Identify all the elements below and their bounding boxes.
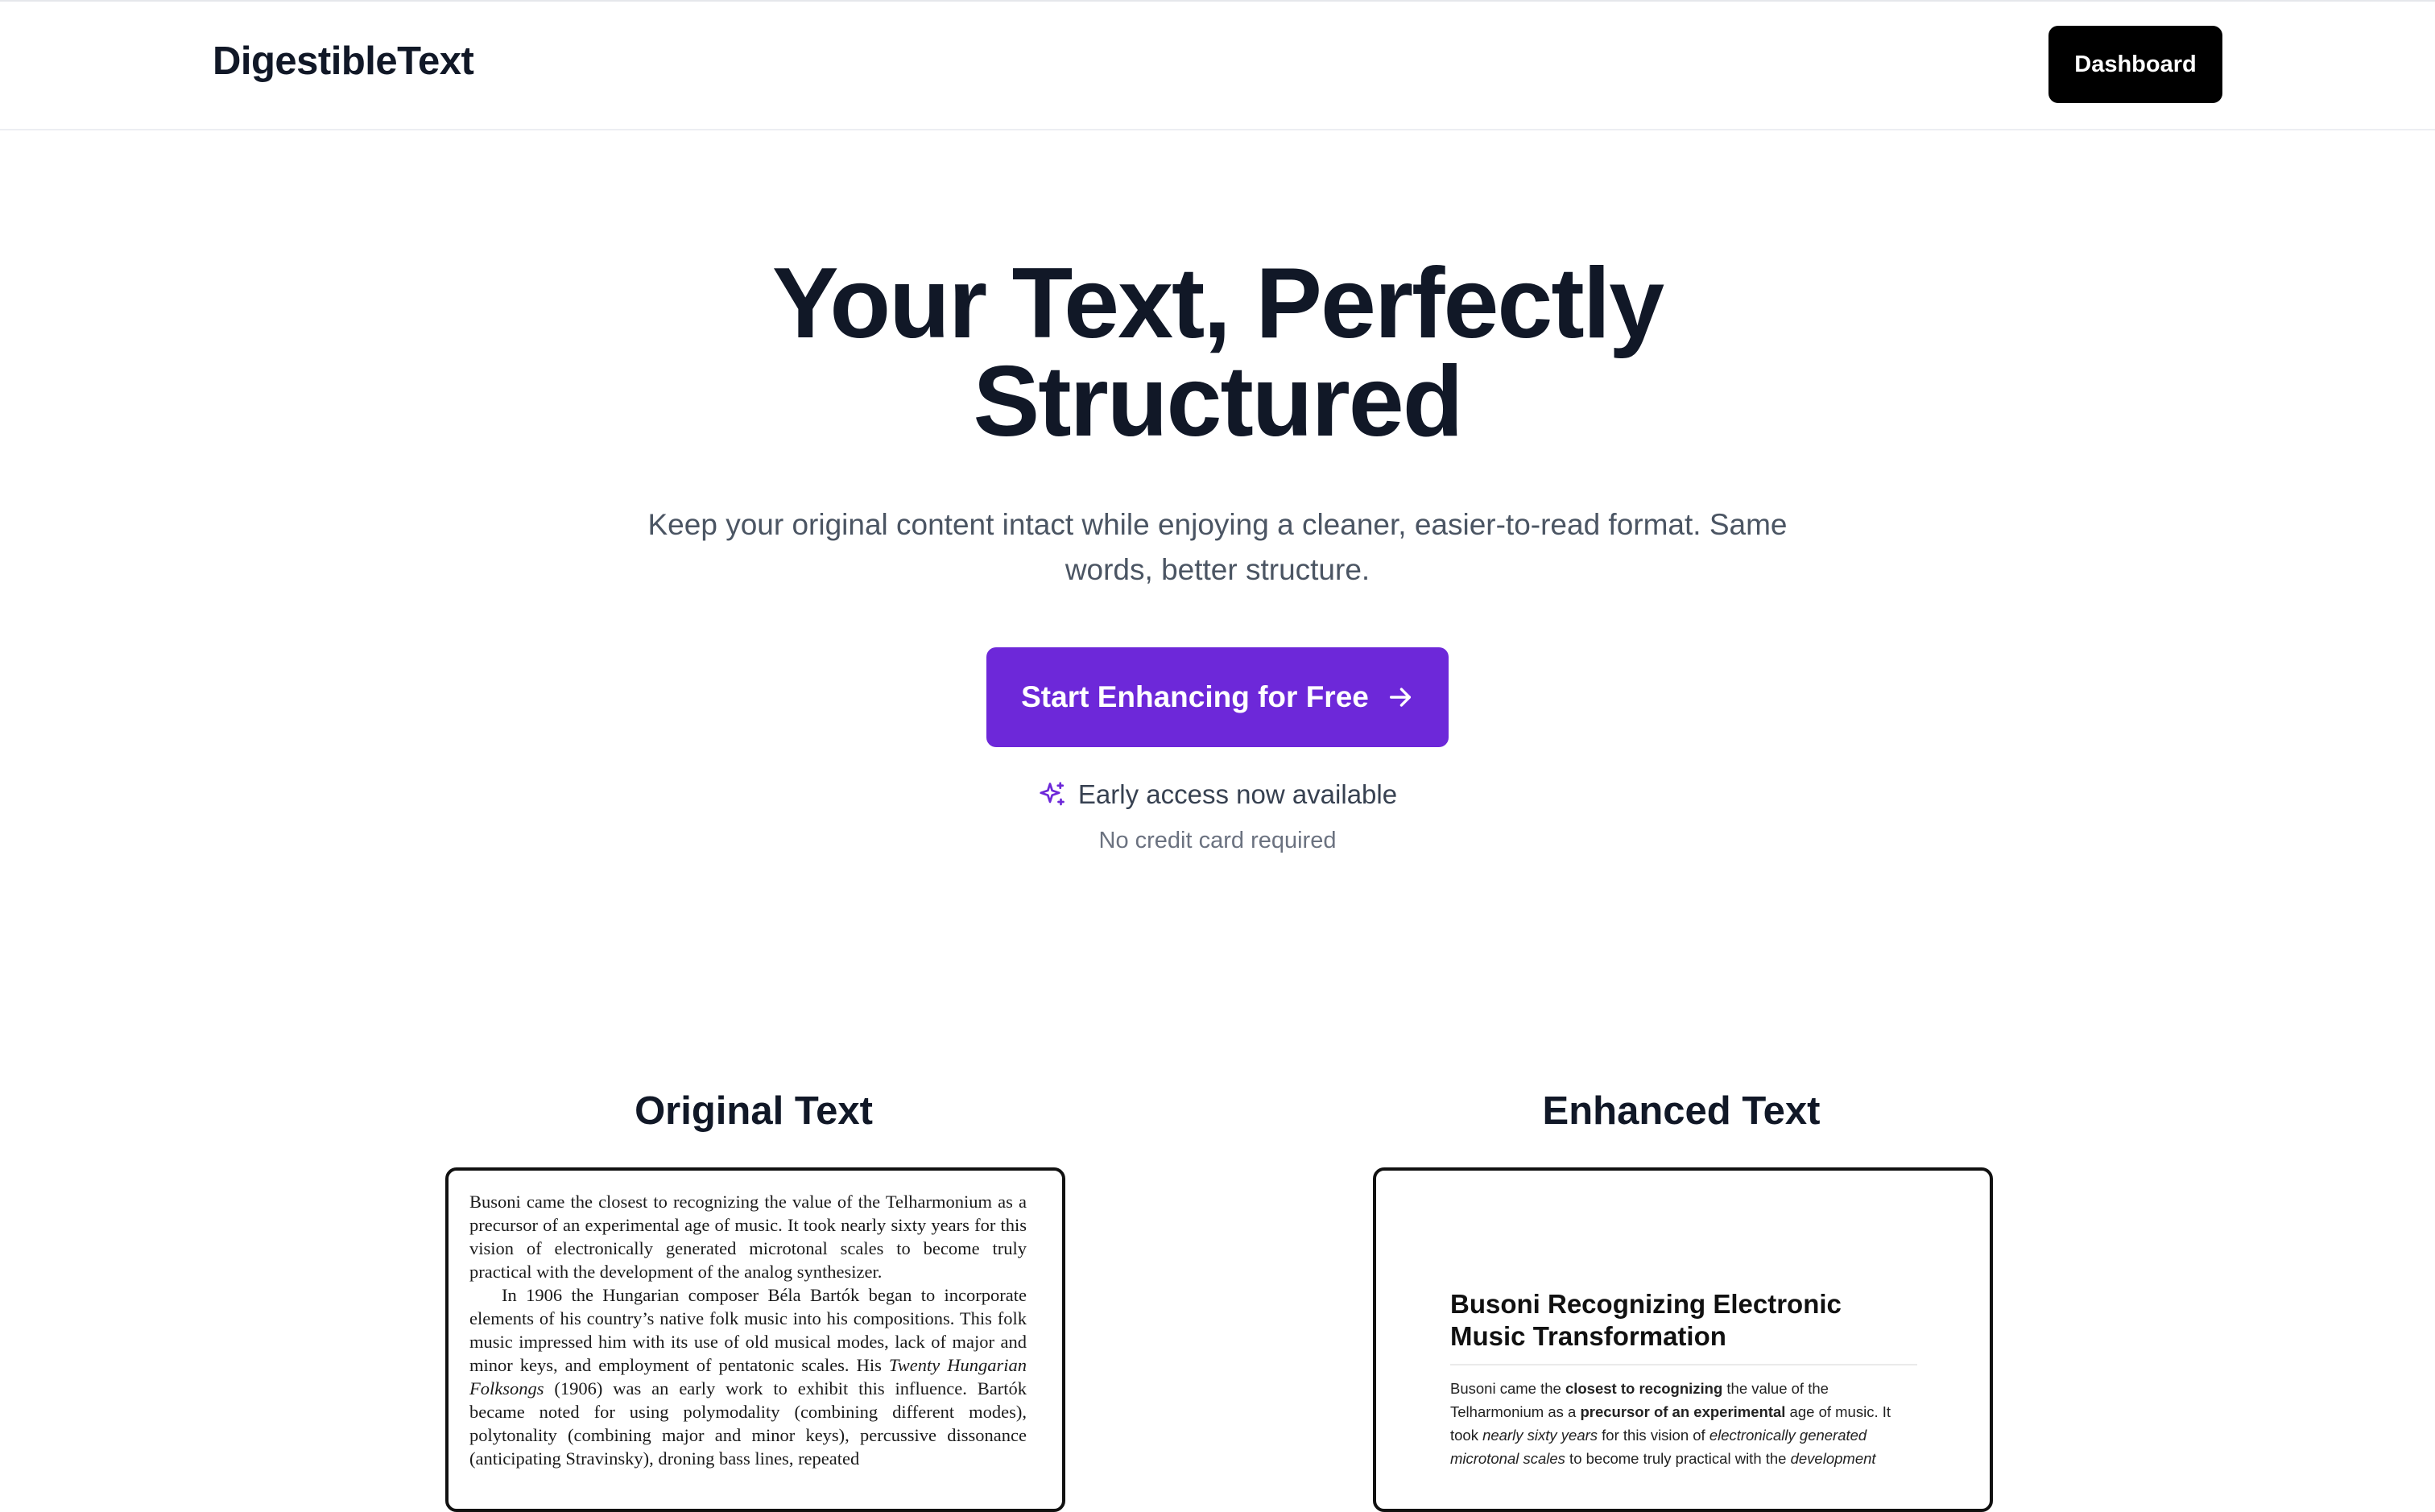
navbar: DigestibleText Dashboard bbox=[0, 2, 2435, 130]
original-text-card: Busoni came the closest to recognizing t… bbox=[445, 1167, 1065, 1512]
brand-logo[interactable]: DigestibleText bbox=[213, 39, 474, 84]
enhanced-text-heading: Enhanced Text bbox=[1542, 1089, 1821, 1133]
enhanced-text-run: Busoni came the bbox=[1450, 1380, 1565, 1397]
hero-subtitle: Keep your original content intact while … bbox=[647, 508, 1788, 586]
hero-title-line2: Structured bbox=[973, 346, 1464, 457]
early-access-note: Early access now available bbox=[1031, 775, 1404, 814]
cta-label: Start Enhancing for Free bbox=[1021, 680, 1369, 713]
original-text-heading: Original Text bbox=[635, 1089, 873, 1133]
early-access-text: Early access now available bbox=[1077, 779, 1398, 809]
original-text-run: (1906) was an early work to exhibit this… bbox=[469, 1378, 1027, 1469]
enhanced-text-run: to become truly practical with the bbox=[1565, 1450, 1791, 1467]
no-credit-card-note: No credit card required bbox=[1098, 828, 1337, 853]
enhanced-text-run: closest to recognizing bbox=[1565, 1380, 1723, 1397]
enhanced-document: Busoni Recognizing Electronic Music Tran… bbox=[1450, 1288, 1917, 1470]
original-paragraph: Busoni came the closest to recognizing t… bbox=[469, 1192, 1027, 1282]
enhanced-text-run: nearly sixty years bbox=[1482, 1427, 1598, 1444]
dashboard-button[interactable]: Dashboard bbox=[2048, 26, 2222, 103]
enhanced-paragraph: Busoni came the closest to recognizing t… bbox=[1450, 1377, 1917, 1470]
sparkle-icon bbox=[1040, 782, 1065, 806]
original-paragraph: In 1906 the Hungarian composer Béla Bart… bbox=[469, 1283, 1027, 1470]
arrow-right-icon bbox=[1389, 688, 1411, 707]
enhanced-text-run: for this vision of bbox=[1598, 1427, 1709, 1444]
enhanced-heading: Busoni Recognizing Electronic Music Tran… bbox=[1450, 1288, 1917, 1365]
enhanced-text-card: Busoni Recognizing Electronic Music Tran… bbox=[1373, 1167, 1993, 1512]
original-scanned-text: Busoni came the closest to recognizing t… bbox=[469, 1190, 1027, 1470]
enhanced-text-run: development bbox=[1790, 1450, 1876, 1467]
enhanced-text-run: precursor of an experimental bbox=[1580, 1403, 1786, 1420]
hero-title-line1: Your Text, Perfectly bbox=[771, 248, 1664, 359]
start-enhancing-button[interactable]: Start Enhancing for Free bbox=[986, 647, 1449, 747]
hero-title: Your Text, Perfectly Structured bbox=[493, 254, 1942, 452]
